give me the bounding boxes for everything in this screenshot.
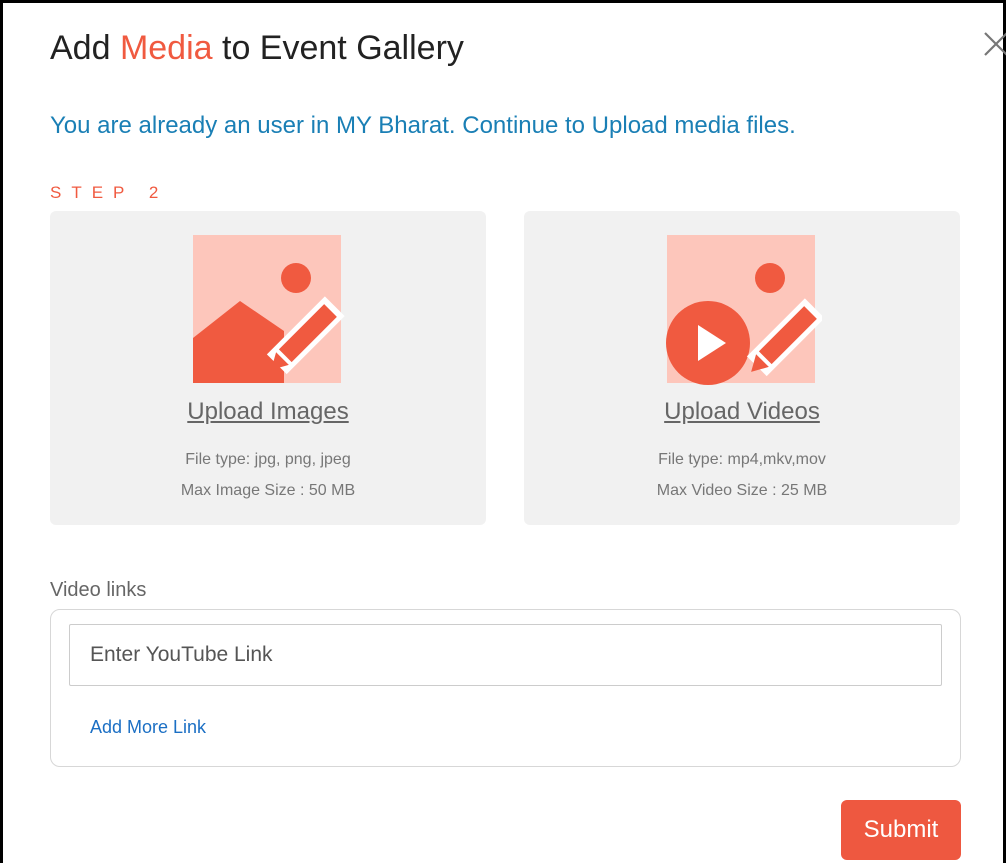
title-suffix: to Event Gallery — [212, 29, 464, 67]
video-file-type: File type: mp4,mkv,mov — [658, 451, 826, 468]
upload-images-link[interactable]: Upload Images — [50, 398, 486, 426]
image-file-type: File type: jpg, png, jpeg — [185, 451, 351, 468]
video-max-size: Max Video Size : 25 MB — [656, 482, 828, 499]
close-button[interactable] — [981, 29, 1006, 59]
already-user-message: You are already an user in MY Bharat. Co… — [50, 112, 796, 139]
image-max-size: Max Image Size : 50 MB — [180, 482, 356, 499]
title-prefix: Add — [50, 29, 120, 67]
upload-images-card[interactable]: Upload Images File type: jpg, png, jpeg … — [50, 211, 486, 525]
dialog-title: Add Media to Event Gallery — [50, 29, 464, 68]
title-accent: Media — [119, 29, 213, 67]
step-indicator: STEP 2 — [50, 183, 169, 202]
upload-videos-link[interactable]: Upload Videos — [524, 398, 960, 426]
video-links-panel: Add More Link — [50, 609, 961, 767]
submit-button[interactable]: Submit — [841, 800, 961, 860]
upload-videos-card[interactable]: Upload Videos File type: mp4,mkv,mov Max… — [524, 211, 960, 525]
close-icon — [984, 32, 1006, 56]
video-edit-icon — [666, 235, 822, 385]
youtube-link-input[interactable] — [69, 624, 942, 686]
image-edit-icon — [193, 235, 345, 383]
add-media-dialog: Add Media to Event Gallery You are alrea… — [0, 0, 1006, 863]
video-links-label: Video links — [50, 579, 147, 601]
add-more-link-button[interactable]: Add More Link — [90, 717, 206, 738]
